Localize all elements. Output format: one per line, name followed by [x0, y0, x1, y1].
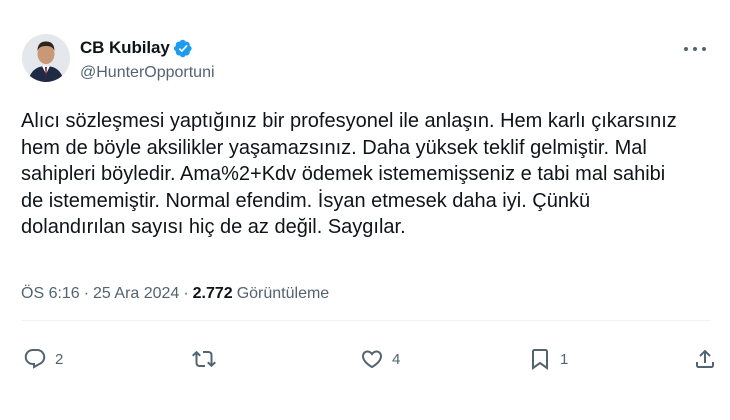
- share-icon: [696, 349, 714, 368]
- more-options-button[interactable]: [684, 42, 706, 56]
- like-count: 4: [392, 350, 401, 368]
- bookmark-icon: [532, 349, 548, 370]
- tweet-meta: ÖS 6:16 · 25 Ara 2024 · 2.772 Görüntüleme: [21, 285, 329, 303]
- tweet-text-line: sahipleri böyledir. Ama%2+Kdv ödemek ist…: [21, 163, 666, 186]
- tweet-text-line: hem de böyle aksilikler yaşamazsınız. Da…: [21, 136, 647, 159]
- avatar[interactable]: [22, 34, 70, 82]
- tweet-date[interactable]: 25 Ara 2024: [93, 285, 179, 302]
- views-count: 2.772: [192, 285, 233, 302]
- bookmark-count: 1: [560, 350, 569, 368]
- like-button[interactable]: 4: [360, 344, 400, 374]
- meta-separator: ·: [183, 285, 189, 302]
- reply-icon: [24, 349, 46, 369]
- tweet-text-line: dolandırılan sayısı hiç de az değil. Say…: [21, 216, 406, 239]
- reply-count: 2: [55, 350, 64, 368]
- action-bar: 2 4 1: [21, 344, 714, 374]
- tweet-text: Alıcı sözleşmesi yaptığınız bir profesyo…: [21, 108, 711, 241]
- more-dot: [702, 47, 706, 51]
- author-display-name[interactable]: CB Kubilay: [80, 38, 170, 58]
- meta-separator: ·: [83, 285, 90, 302]
- tweet-text-line: Alıcı sözleşmesi yaptığınız bir profesyo…: [21, 110, 677, 132]
- heart-icon: [361, 350, 383, 369]
- reply-button[interactable]: 2: [23, 344, 63, 374]
- author-handle[interactable]: @HunterOpportuni: [80, 64, 215, 82]
- share-button[interactable]: [693, 344, 717, 374]
- author-names: CB Kubilay @HunterOpportuni: [80, 37, 215, 82]
- divider: [21, 320, 711, 321]
- more-horizontal-icon: [684, 47, 688, 51]
- tweet-header: CB Kubilay @HunterOpportuni: [22, 34, 712, 94]
- tweet-text-line: de istememiştir. Normal efendim. İsyan e…: [21, 189, 591, 212]
- more-dot: [693, 47, 697, 51]
- bookmark-button[interactable]: 1: [528, 344, 568, 374]
- verified-badge-icon: [173, 39, 193, 58]
- tweet-time[interactable]: ÖS 6:16: [21, 285, 80, 302]
- views-label: Görüntüleme: [236, 285, 330, 302]
- tweet-card: CB Kubilay @HunterOpportuni Alıcı sözleş…: [0, 0, 730, 420]
- retweet-icon: [192, 350, 216, 368]
- retweet-button[interactable]: [192, 344, 224, 374]
